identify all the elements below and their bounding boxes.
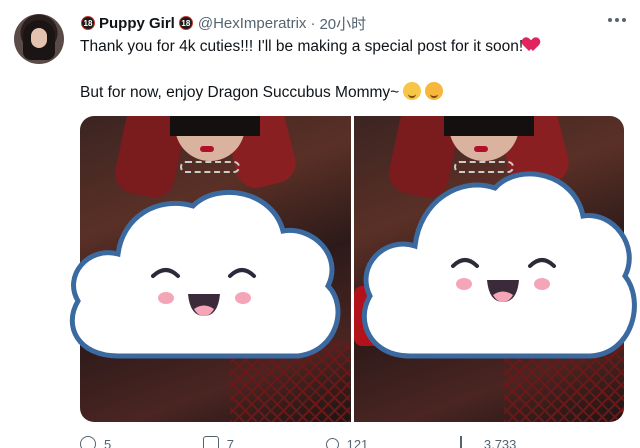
like-icon bbox=[322, 434, 342, 448]
age-badge-icon: 18 bbox=[178, 16, 193, 30]
heart-icon bbox=[525, 38, 543, 52]
more-icon[interactable] bbox=[608, 18, 626, 22]
views-count: 3,733 bbox=[483, 436, 517, 448]
cloud-sticker-icon bbox=[58, 176, 348, 366]
views-button[interactable]: 3,733 bbox=[459, 434, 517, 448]
tweet-text-1: Thank you for 4k cuties!!! I'll be makin… bbox=[80, 38, 524, 55]
reply-button[interactable]: 5 bbox=[80, 434, 111, 448]
avatar-face bbox=[31, 28, 47, 48]
share-button[interactable] bbox=[608, 434, 624, 448]
retweet-icon bbox=[202, 436, 219, 448]
avatar[interactable] bbox=[14, 14, 64, 64]
timestamp[interactable]: 20小时 bbox=[319, 13, 366, 34]
user-handle[interactable]: @HexImperatrix bbox=[198, 15, 307, 32]
tweet-header: 18 Puppy Girl 18 @HexImperatrix · 20小时 bbox=[80, 13, 366, 33]
like-button[interactable]: 121 bbox=[322, 434, 369, 448]
retweet-button[interactable]: 7 bbox=[202, 434, 235, 448]
retweet-count: 7 bbox=[226, 436, 235, 448]
tweet-text-line-1: Thank you for 4k cuties!!! I'll be makin… bbox=[80, 38, 543, 56]
age-badge-icon: 18 bbox=[81, 16, 95, 30]
reply-icon bbox=[80, 436, 96, 448]
tweet-text-2: But for now, enjoy Dragon Succubus Mommy… bbox=[80, 84, 400, 101]
tweet-actions: 5 7 121 3,733 bbox=[80, 434, 624, 448]
tweet-text-line-2: But for now, enjoy Dragon Succubus Mommy… bbox=[80, 82, 444, 102]
share-icon bbox=[608, 436, 624, 448]
cloud-sticker-icon bbox=[355, 156, 640, 366]
views-icon bbox=[459, 436, 476, 448]
separator-dot: · bbox=[310, 14, 316, 32]
display-name[interactable]: Puppy Girl bbox=[99, 15, 175, 32]
like-count: 121 bbox=[346, 436, 369, 448]
reply-count: 5 bbox=[104, 436, 112, 448]
hug-emoji-icon bbox=[425, 82, 444, 100]
smile-emoji-icon bbox=[403, 82, 422, 100]
